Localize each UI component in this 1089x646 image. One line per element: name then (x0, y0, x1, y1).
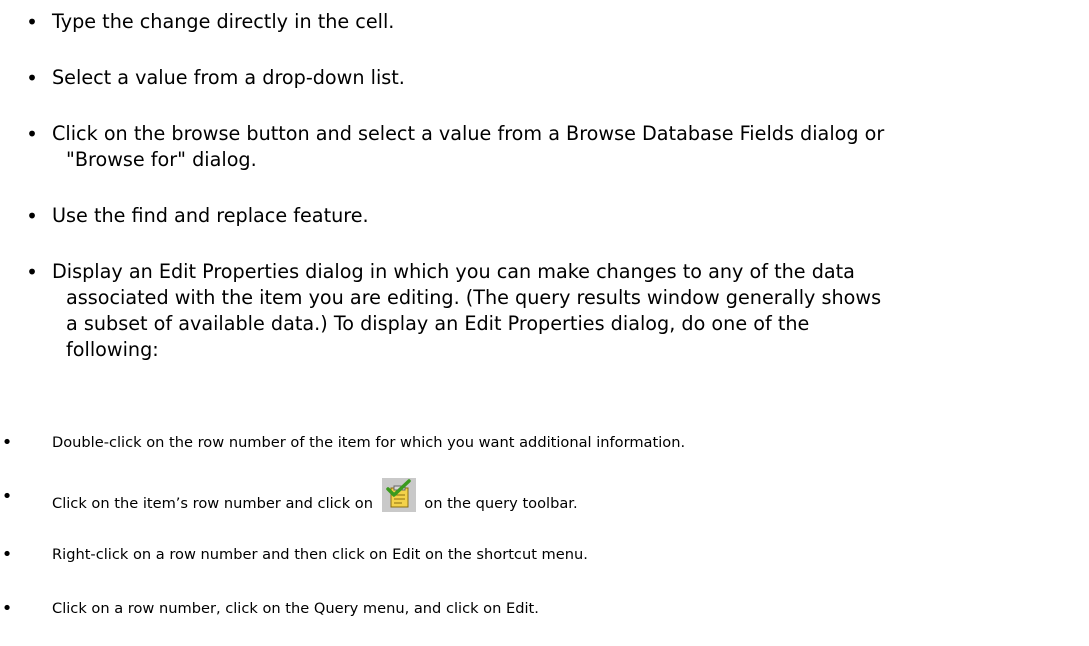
primary-item-text: Click on the browse button and select a … (52, 121, 1082, 173)
secondary-item-text: Click on the item’s row number and click… (52, 478, 578, 521)
bullet-icon: • (26, 122, 38, 146)
secondary-item-text: Click on a row number, click on the Quer… (52, 600, 539, 617)
primary-item-line: Display an Edit Properties dialog in whi… (52, 260, 855, 283)
bullet-icon: • (1, 544, 13, 565)
bullet-icon: • (1, 486, 13, 507)
primary-item-line: following: (66, 338, 159, 361)
bullet-icon: • (26, 260, 38, 284)
primary-item-text: Type the change directly in the cell. (52, 10, 395, 33)
primary-item-text: Use the find and replace feature. (52, 204, 369, 227)
bullet-icon: • (1, 598, 13, 619)
primary-item-line: a subset of available data.) To display … (66, 312, 810, 335)
primary-item-text: Display an Edit Properties dialog in whi… (52, 259, 1082, 363)
primary-item-line: Click on the browse button and select a … (52, 122, 885, 145)
bullet-icon: • (1, 432, 13, 453)
secondary-item-text: Double-click on the row number of the it… (52, 434, 686, 451)
primary-item-line: associated with the item you are editing… (66, 286, 882, 309)
primary-item-line: "Browse for" dialog. (66, 148, 257, 171)
primary-item-text: Select a value from a drop-down list. (52, 66, 405, 89)
bullet-icon: • (26, 66, 38, 90)
edit-properties-icon (381, 478, 416, 512)
secondary-item-text-after: on the query toolbar. (424, 495, 578, 512)
secondary-item-text-before: Click on the item’s row number and click… (52, 495, 373, 512)
bullet-icon: • (26, 204, 38, 228)
secondary-item-text: Right-click on a row number and then cli… (52, 546, 588, 563)
bullet-icon: • (26, 10, 38, 34)
